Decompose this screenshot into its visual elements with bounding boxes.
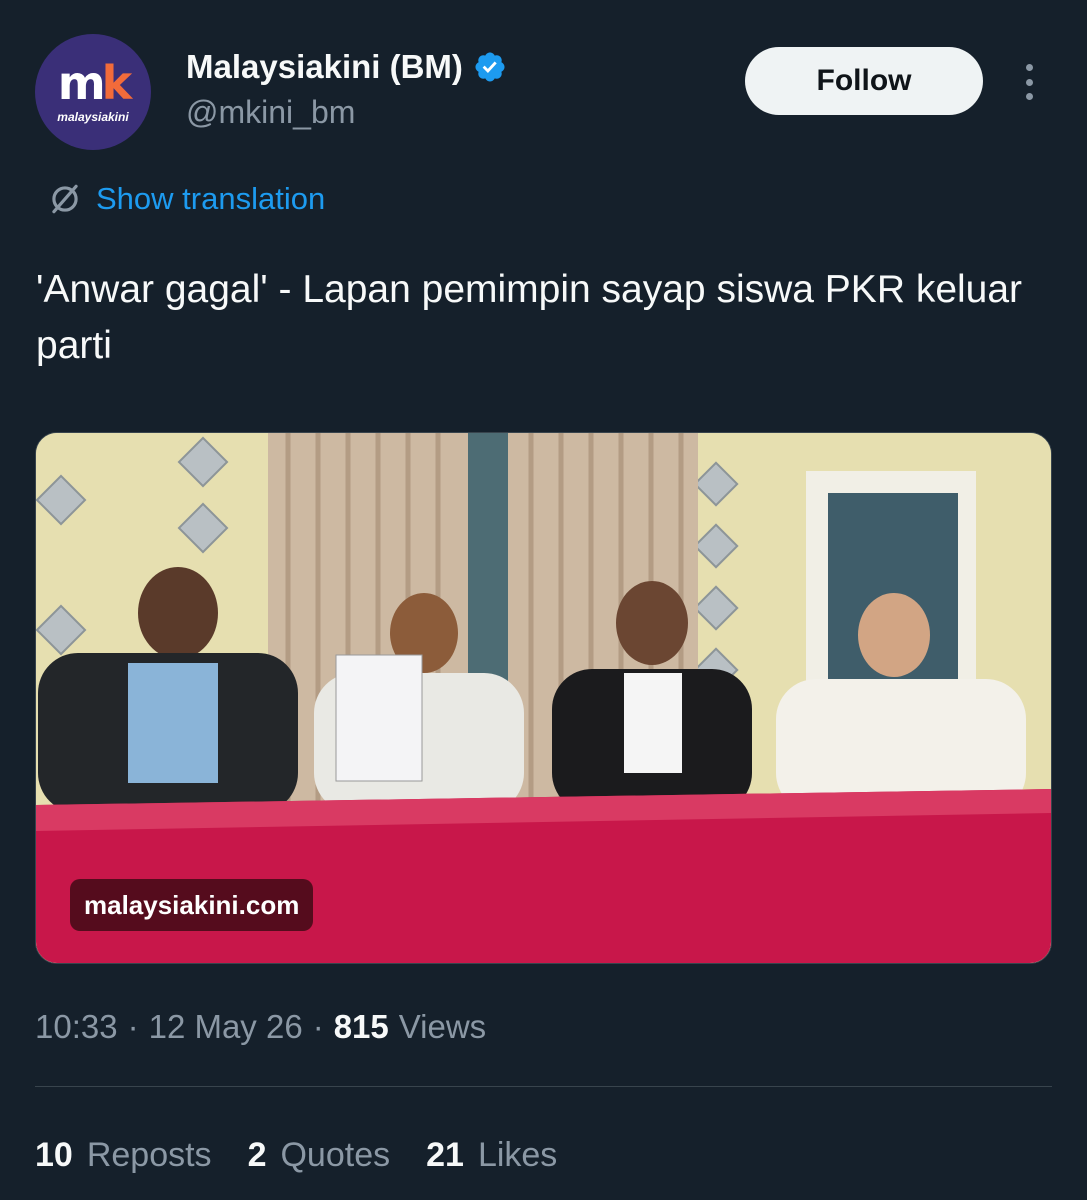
quotes-label: Quotes [280,1136,391,1174]
translate-icon [52,184,78,214]
tweet-date[interactable]: 12 May 26 [149,1008,303,1046]
quotes-count: 2 [247,1136,267,1174]
show-translation-link[interactable]: Show translation [46,180,325,218]
display-name[interactable]: Malaysiakini (BM) [186,48,463,86]
quotes-stat[interactable]: 2 Quotes [248,1136,391,1175]
separator-dot: · [127,1008,139,1045]
likes-stat[interactable]: 21 Likes [426,1136,557,1175]
follow-button[interactable]: Follow [745,47,983,115]
tweet-meta: 10:33 · 12 May 26 · 815 Views [35,1008,486,1046]
reposts-count: 10 [35,1136,73,1174]
engagement-stats: 10 Reposts 2 Quotes 21 Likes [35,1136,593,1175]
reposts-stat[interactable]: 10 Reposts [35,1136,212,1175]
tweet-image[interactable]: malaysiakini.com [35,432,1052,964]
likes-label: Likes [477,1136,558,1174]
avatar-logo: mk [57,56,132,110]
avatar[interactable]: mk malaysiakini [35,34,151,150]
separator-dot: · [312,1008,324,1045]
more-icon[interactable] [1012,62,1046,102]
show-translation-label: Show translation [96,181,326,216]
handle[interactable]: @mkini_bm [186,94,355,131]
reposts-label: Reposts [86,1136,212,1174]
media-watermark: malaysiakini.com [70,879,314,931]
tweet-time[interactable]: 10:33 [35,1008,118,1046]
likes-count: 21 [426,1136,464,1174]
verified-badge-icon [475,52,505,82]
author-name-row[interactable]: Malaysiakini (BM) [186,48,507,86]
avatar-wordmark: malaysiakini [57,110,129,124]
tweet-text: 'Anwar gagal' - Lapan pemimpin sayap sis… [36,268,1023,367]
views-label: Views [398,1008,487,1045]
divider [35,1086,1052,1087]
views-count: 815 [333,1008,389,1045]
